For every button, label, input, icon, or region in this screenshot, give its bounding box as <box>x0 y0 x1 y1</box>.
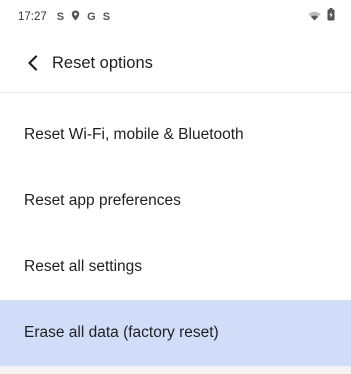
app-bar: Reset options <box>0 34 351 92</box>
google-icon: G <box>87 10 96 23</box>
option-label: Reset app preferences <box>24 192 181 209</box>
reset-all-settings-option[interactable]: Reset all settings <box>0 234 351 300</box>
arrow-back-icon <box>28 55 38 71</box>
option-label: Reset Wi-Fi, mobile & Bluetooth <box>24 126 244 143</box>
status-time: 17:27 <box>18 11 47 23</box>
wifi-icon <box>308 8 321 26</box>
reset-network-option[interactable]: Reset Wi-Fi, mobile & Bluetooth <box>0 102 351 168</box>
page-title: Reset options <box>52 53 153 72</box>
factory-reset-option[interactable]: Erase all data (factory reset) <box>0 300 351 366</box>
list-bottom-edge <box>0 366 351 374</box>
header-divider <box>0 92 351 93</box>
reset-options-list: Reset Wi-Fi, mobile & Bluetooth Reset ap… <box>0 102 351 366</box>
back-button[interactable] <box>10 40 56 86</box>
notification-icons: S G S <box>57 8 110 26</box>
system-icons <box>308 8 335 26</box>
location-icon <box>71 8 80 26</box>
battery-charging-icon <box>327 8 335 26</box>
reset-app-preferences-option[interactable]: Reset app preferences <box>0 168 351 234</box>
skype-notification-icon: S <box>102 10 111 23</box>
option-label: Reset all settings <box>24 258 143 275</box>
reset-options-screen: 17:27 S G S Reset options Reset Wi-Fi, m… <box>0 0 351 374</box>
skype-notification-icon: S <box>56 10 65 23</box>
status-bar: 17:27 S G S <box>0 0 351 34</box>
option-label: Erase all data (factory reset) <box>24 324 219 341</box>
